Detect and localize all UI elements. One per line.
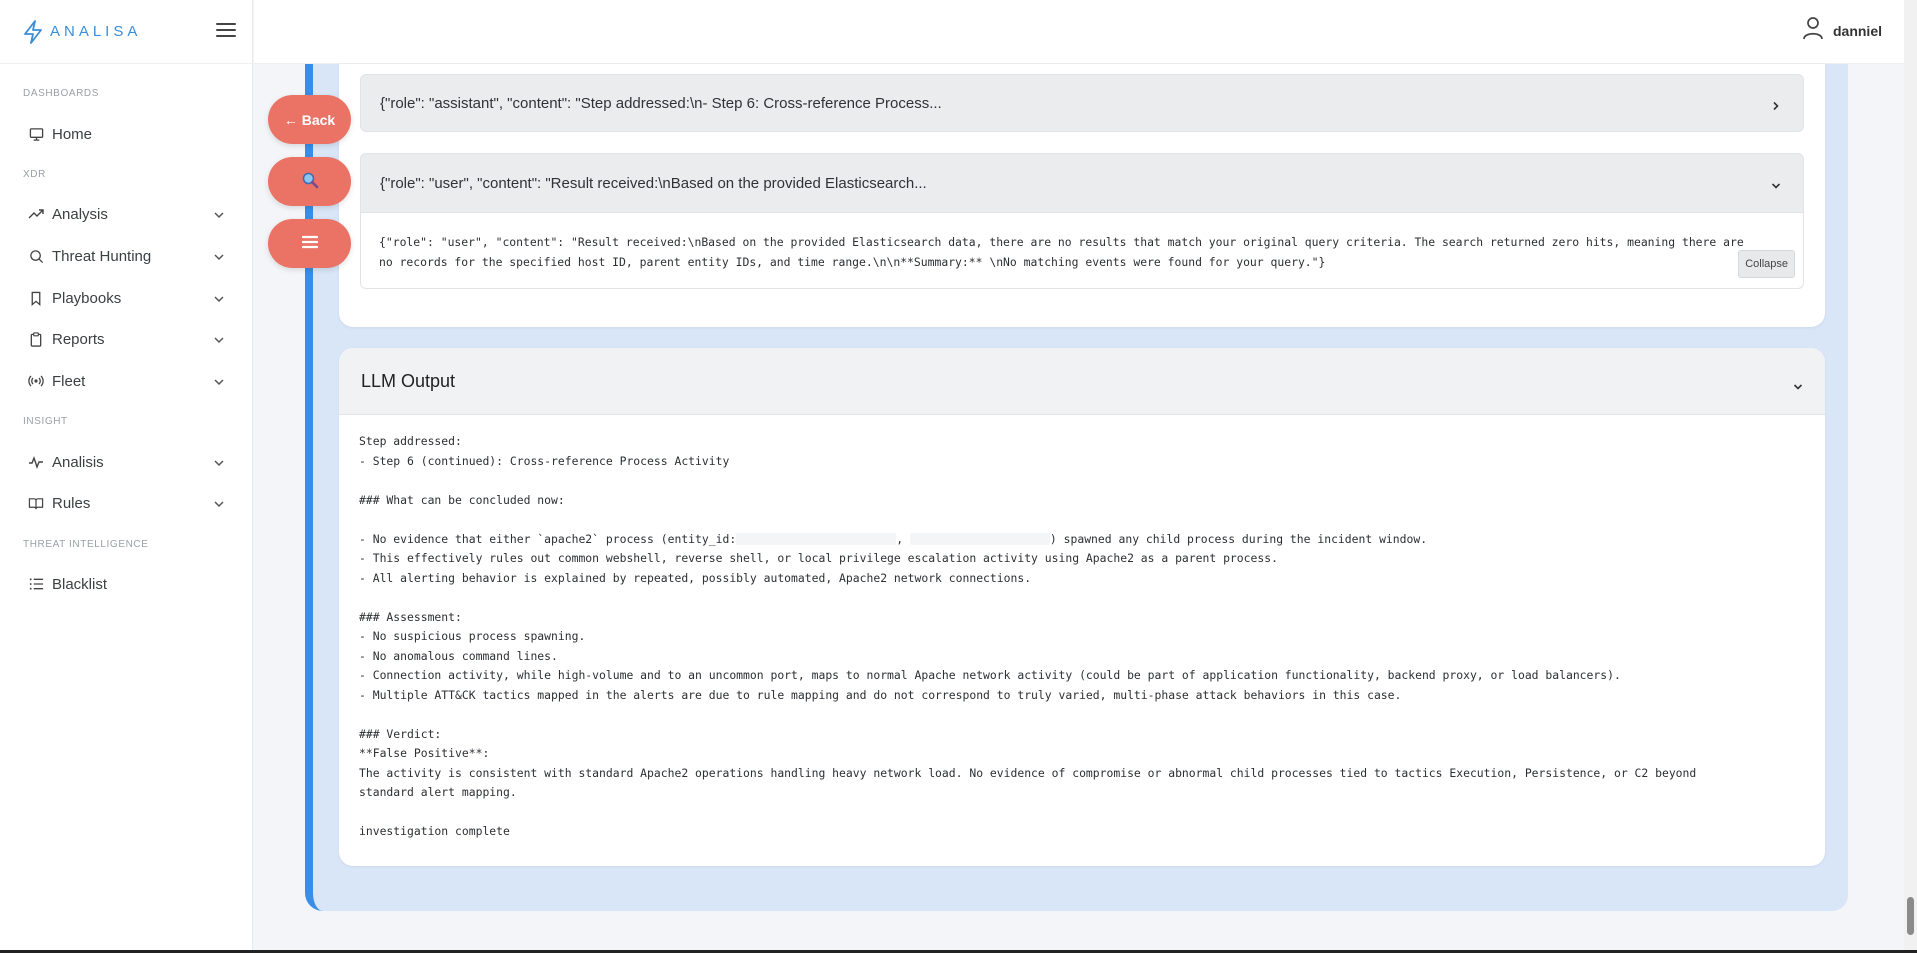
chevron-down-icon (213, 292, 225, 304)
output-line: ### Assessment: (359, 609, 462, 624)
chevron-down-icon (213, 456, 225, 468)
sidebar-item-blacklist[interactable]: Blacklist (0, 567, 240, 601)
output-line: - Step 6 (continued): Cross-reference Pr… (359, 453, 730, 468)
nav-section-threat-intelligence: THREAT INTELLIGENCE (23, 539, 149, 550)
user-name: danniel (1832, 22, 1882, 39)
message-preview: {"role": "assistant", "content": "Step a… (380, 94, 942, 112)
sidebar-item-label: Analisis (52, 453, 104, 471)
sidebar-item-playbooks[interactable]: Playbooks (0, 281, 240, 315)
nav-section-insight: INSIGHT (23, 416, 68, 427)
menu-button[interactable] (268, 219, 351, 268)
user-menu[interactable]: danniel (1802, 16, 1882, 45)
sidebar: ANALISA DASHBOARDS Home XDR Analysis Thr… (0, 0, 253, 953)
message-preview: {"role": "user", "content": "Result rece… (380, 174, 927, 192)
llm-output-title: LLM Output (361, 370, 456, 391)
output-line: investigation complete (359, 824, 510, 838)
chevron-down-icon (1771, 178, 1781, 189)
output-line: **False Positive**: (359, 746, 490, 760)
sidebar-item-label: Playbooks (52, 289, 122, 307)
message-user-body: {"role": "user", "content": "Result rece… (360, 213, 1804, 289)
sidebar-item-label: Threat Hunting (52, 247, 152, 265)
chevron-down-icon (213, 333, 225, 345)
output-line: The activity is consistent with standard… (359, 765, 1697, 780)
broadcast-icon (28, 373, 44, 389)
chevron-down-icon (213, 497, 225, 509)
sidebar-item-analisis[interactable]: Analisis (0, 445, 240, 479)
sidebar-item-label: Blacklist (52, 575, 108, 593)
collapse-button[interactable]: Collapse (1738, 250, 1795, 278)
sidebar-item-reports[interactable]: Reports (0, 322, 240, 356)
hamburger-icon (301, 235, 318, 252)
message-assistant-header[interactable]: {"role": "assistant", "content": "Step a… (360, 74, 1804, 132)
brand: ANALISA (0, 0, 252, 64)
sidebar-item-label: Reports (52, 330, 105, 348)
page-scrollbar[interactable] (1904, 0, 1917, 953)
sidebar-item-label: Fleet (52, 372, 86, 390)
activity-icon (28, 454, 44, 470)
clipboard-icon (28, 331, 44, 347)
magnifier-icon (301, 171, 319, 192)
sidebar-item-threat-hunting[interactable]: Threat Hunting (0, 239, 240, 273)
sidebar-item-home[interactable]: Home (0, 117, 240, 151)
book-icon (28, 495, 44, 511)
search-button[interactable] (268, 157, 351, 206)
list-icon (28, 576, 44, 592)
output-line: - Multiple ATT&CK tactics mapped in the … (359, 687, 1402, 702)
sidebar-item-label: Home (52, 125, 93, 143)
chevron-down-icon (1793, 376, 1803, 390)
sidebar-item-analysis[interactable]: Analysis (0, 197, 240, 231)
nav-section-xdr: XDR (23, 169, 46, 180)
sidebar-item-fleet[interactable]: Fleet (0, 364, 240, 398)
chevron-right-icon (1771, 98, 1781, 111)
nav-section-dashboards: DASHBOARDS (23, 88, 100, 99)
chevron-down-icon (213, 250, 225, 262)
lightning-logo-icon (22, 19, 44, 44)
sidebar-item-label: Rules (52, 494, 91, 512)
menu-toggle-icon[interactable] (216, 20, 236, 40)
output-line: - No suspicious process spawning. (359, 629, 586, 643)
chevron-down-icon (213, 375, 225, 387)
output-line: ### What can be concluded now: (359, 492, 565, 507)
sidebar-item-label: Analysis (52, 205, 108, 223)
output-line: Step addressed: (359, 434, 462, 448)
output-line-text: ) spawned any child process during the i… (1049, 531, 1428, 546)
output-line: ​ (359, 471, 1805, 491)
output-line: - No evidence that either `apache2` proc… (359, 530, 1805, 550)
chevron-down-icon (213, 208, 225, 220)
output-line: ​ (359, 803, 1805, 823)
message-content: {"role": "user", "content": "Result rece… (379, 235, 1744, 269)
redacted-entity-id (909, 533, 1050, 545)
scrollbar-thumb[interactable] (1907, 897, 1914, 935)
redacted-entity-id (736, 533, 897, 545)
llm-output-header[interactable]: LLM Output (339, 348, 1825, 415)
output-line: - This effectively rules out common webs… (359, 551, 1278, 565)
user-icon (1802, 16, 1824, 45)
llm-output-card: LLM Output Step addressed: - Step 6 (cont… (339, 348, 1825, 866)
output-line: - No anomalous command lines. (359, 648, 558, 663)
trend-icon (28, 206, 44, 222)
output-line-text: - No evidence that either `apache2` proc… (359, 531, 737, 546)
bookmark-icon (28, 290, 44, 306)
output-line: ​ (359, 510, 1805, 530)
sidebar-item-rules[interactable]: Rules (0, 486, 240, 520)
search-icon (28, 248, 44, 264)
monitor-icon (28, 126, 44, 142)
back-button[interactable]: ← Back (268, 95, 351, 144)
top-bar: danniel (254, 0, 1904, 64)
brand-name: ANALISA (50, 23, 142, 40)
output-line: standard alert mapping. (359, 785, 517, 799)
message-user-header[interactable]: {"role": "user", "content": "Result rece… (360, 153, 1804, 213)
output-line: - Connection activity, while high-volume… (359, 668, 1621, 682)
output-line: ​ (359, 705, 1805, 725)
llm-output-body: Step addressed: - Step 6 (continued): Cro… (339, 415, 1825, 842)
output-line: ​ (359, 588, 1805, 608)
output-line: - All alerting behavior is explained by … (359, 570, 1032, 585)
output-separator: , (896, 531, 904, 546)
output-line: ### Verdict: (359, 726, 442, 741)
